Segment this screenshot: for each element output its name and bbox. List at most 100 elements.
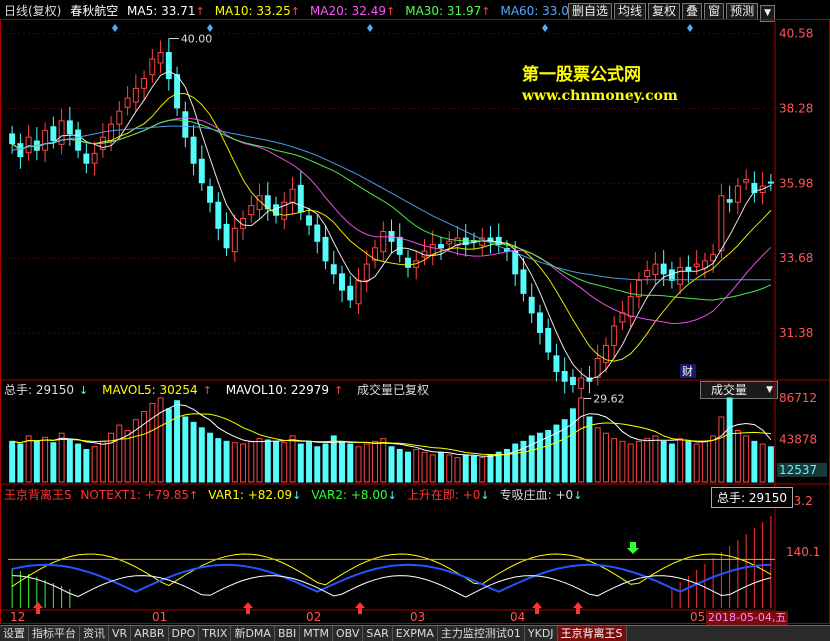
volume-bar-36 — [306, 440, 313, 483]
candle-body-43 — [363, 263, 370, 281]
low-annotation: 29.62 — [593, 393, 625, 406]
chart-canvas[interactable]: 40.58 38.28 35.98 33.68 31.38 40.00 29.62 财 8671… — [0, 0, 830, 625]
candle-body-62 — [520, 269, 527, 294]
volume-bar-11 — [99, 440, 106, 483]
volume-bar-54 — [454, 457, 461, 483]
volume-bar-32 — [273, 440, 280, 483]
tab-3[interactable]: VR — [109, 626, 132, 641]
candle-body-45 — [380, 231, 387, 253]
volume-bar-10 — [91, 446, 98, 483]
volume-bar-77 — [644, 438, 651, 483]
candle-body-48 — [405, 257, 411, 268]
up-arrow-icon-0 — [33, 602, 43, 614]
volume-bar-89 — [743, 435, 750, 483]
candle-body-42 — [355, 279, 362, 305]
tab-5[interactable]: DPO — [169, 626, 200, 641]
volume-tooltip: 总手: 29150 — [711, 487, 794, 508]
volume-bar-25 — [215, 438, 222, 483]
volume-bar-3 — [33, 440, 40, 483]
event-diamond-icon-0 — [112, 24, 118, 32]
candle-body-19 — [165, 52, 172, 80]
candle-body-92 — [767, 181, 774, 184]
volume-bar-27 — [231, 442, 238, 483]
up-arrow-icon-2 — [355, 602, 365, 614]
volume-bar-52 — [438, 451, 444, 483]
volume-bar-63 — [528, 435, 535, 483]
tab-10[interactable]: OBV — [333, 626, 364, 641]
volume-bar-82 — [685, 440, 692, 483]
volume-bar-44 — [372, 440, 378, 483]
volume-bar-87 — [726, 397, 733, 483]
volume-bar-50 — [421, 451, 428, 483]
price-tick-0: 40.58 — [779, 27, 813, 41]
volume-bar-40 — [339, 440, 345, 483]
candle-body-26 — [223, 223, 230, 249]
volume-bar-33 — [281, 442, 288, 483]
volume-bar-73 — [611, 438, 618, 483]
tab-2[interactable]: 资讯 — [80, 626, 109, 641]
price-tick-3: 33.68 — [779, 251, 813, 265]
up-arrow-icon-3 — [532, 602, 542, 614]
volume-bar-0 — [9, 440, 16, 483]
cai-badge: 财 — [682, 364, 693, 378]
time-label-4: 04 — [510, 610, 525, 624]
down-arrow-icon — [627, 542, 639, 554]
candle-body-40 — [339, 273, 345, 291]
candle-body-10 — [91, 152, 98, 164]
up-arrow-icon-1 — [243, 602, 253, 614]
volume-bar-4 — [42, 436, 49, 483]
volume-bar-22 — [190, 421, 197, 483]
candle-body-2 — [25, 136, 32, 154]
tab-15[interactable]: 王京背离王S — [557, 626, 627, 641]
tab-14[interactable]: YKDJ — [525, 626, 558, 641]
volume-bar-38 — [322, 443, 329, 483]
stock-chart-window: 日线(复权) 春秋航空 MA5: 33.71↑ MA10: 33.25↑ MA20:… — [0, 0, 830, 641]
tab-4[interactable]: ARBR — [131, 626, 169, 641]
tab-0[interactable]: 设置 — [0, 626, 29, 641]
candle-body-77 — [644, 270, 651, 277]
candle-body-29 — [248, 205, 255, 216]
tab-9[interactable]: MTM — [300, 626, 333, 641]
candle-body-73 — [611, 325, 618, 346]
candle-body-65 — [545, 328, 552, 353]
volume-bar-76 — [635, 440, 642, 483]
candle-body-52 — [438, 244, 444, 249]
tab-11[interactable]: SAR — [363, 626, 393, 641]
tab-12[interactable]: EXPMA — [393, 626, 438, 641]
volume-bar-81 — [677, 438, 684, 483]
volume-bar-58 — [487, 454, 494, 483]
tab-7[interactable]: 新DMA — [231, 626, 275, 641]
time-label-0: 12 — [10, 610, 25, 624]
volume-bar-85 — [710, 435, 717, 483]
volume-bar-91 — [759, 443, 766, 483]
candle-body-36 — [306, 215, 313, 226]
volume-bar-8 — [75, 443, 82, 483]
candle-body-34 — [289, 188, 296, 203]
candle-body-27 — [231, 227, 238, 253]
volume-bar-70 — [586, 416, 593, 483]
volume-bar-20 — [174, 400, 181, 483]
volume-bar-75 — [627, 443, 634, 483]
candle-body-17 — [149, 58, 156, 76]
price-tick-2: 35.98 — [779, 176, 813, 190]
volume-tick-2: 12537 — [779, 463, 817, 477]
candle-body-9 — [83, 153, 90, 164]
tab-13[interactable]: 主力监控测试01 — [438, 626, 525, 641]
candle-body-16 — [141, 78, 148, 89]
candle-body-86 — [718, 195, 725, 251]
volume-bar-21 — [182, 416, 189, 483]
tab-1[interactable]: 指标平台 — [29, 626, 80, 641]
tab-8[interactable]: BBI — [275, 626, 301, 641]
volume-bar-80 — [668, 443, 675, 483]
volume-bar-48 — [405, 451, 411, 483]
candle-body-7 — [66, 120, 73, 135]
volume-bar-31 — [264, 439, 271, 483]
volume-bar-83 — [693, 443, 700, 483]
volume-tick-0: 86712 — [779, 391, 817, 405]
volume-bar-68 — [569, 408, 576, 483]
indicator-tabs: 设置 指标平台 资讯 VR ARBR DPO TRIX 新DMA BBI MTM OBV SAR EXP… — [0, 625, 830, 641]
candle-body-82 — [685, 266, 692, 272]
tab-6[interactable]: TRIX — [199, 626, 232, 641]
volume-bar-24 — [207, 432, 214, 483]
time-label-5: 05 — [690, 610, 705, 624]
